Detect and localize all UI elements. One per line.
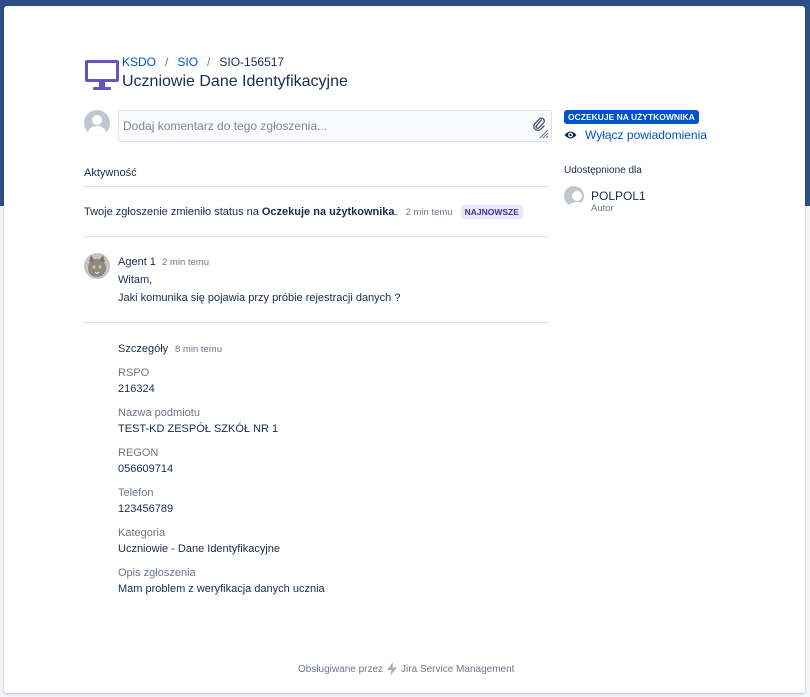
divider <box>84 236 548 237</box>
details-time: 8 min temu <box>175 344 222 355</box>
request-card: KSDO / SIO / SIO-156517 Uczniowie Dane I… <box>4 6 805 693</box>
divider <box>84 322 548 323</box>
comment-box[interactable] <box>118 110 552 142</box>
bolt-icon <box>387 662 398 676</box>
status-change-entry: Twoje zgłoszenie zmieniło status na Ocze… <box>84 205 523 219</box>
breadcrumb: KSDO / SIO / SIO-156517 <box>122 55 284 69</box>
field-value-description: Mam problem z weryfikacja danych ucznia <box>118 583 325 595</box>
disable-notifications-link[interactable]: Wyłącz powiadomienia <box>585 128 707 142</box>
product-link[interactable]: Jira Service Management <box>401 664 514 675</box>
breadcrumb-separator: / <box>207 55 211 69</box>
field-label-entity-name: Nazwa podmiotu <box>118 407 200 419</box>
status-change-suffix: . <box>394 206 398 218</box>
footer: Obsługiwane przez Jira Service Managemen… <box>298 662 514 676</box>
field-label-rspo: RSPO <box>118 367 150 379</box>
shared-user-name: POLPOL1 <box>591 189 646 203</box>
status-change-text: Twoje zgłoszenie zmieniło status na <box>84 206 259 218</box>
status-change-time: 2 min temu <box>405 206 453 218</box>
page-title: Uczniowie Dane Identyfikacyjne <box>122 73 348 90</box>
agent-name: Agent 1 <box>118 256 156 268</box>
shared-with-heading: Udostępnione dla <box>564 165 642 176</box>
agent-message-time: 2 min temu <box>162 257 209 268</box>
project-monitor-icon <box>85 60 119 90</box>
field-value-regon: 056609714 <box>118 463 174 475</box>
field-value-rspo: 216324 <box>118 383 155 395</box>
user-avatar-icon <box>84 110 110 136</box>
shared-user-role: Autor <box>591 203 614 214</box>
field-label-description: Opis zgłoszenia <box>118 567 196 579</box>
field-label-category: Kategoria <box>118 527 166 539</box>
resize-handle-icon[interactable] <box>539 129 549 139</box>
field-value-category: Uczniowie - Dane Identyfikacyjne <box>118 543 281 555</box>
message-line: Witam, <box>118 274 153 286</box>
details-heading: Szczegóły <box>118 343 169 355</box>
comment-input[interactable] <box>123 119 523 133</box>
divider <box>84 186 548 187</box>
breadcrumb-ksdo-link[interactable]: KSDO <box>122 55 156 69</box>
field-value-entity-name: TEST-KD ZESPÓŁ SZKÓŁ NR 1 <box>118 423 279 435</box>
field-label-regon: REGON <box>118 447 159 459</box>
status-badge: OCZEKUJE NA UŻYTKOWNIKA <box>564 110 699 124</box>
newest-badge: NAJNOWSZE <box>460 205 523 219</box>
status-change-value: Oczekuje na użytkownika <box>261 206 395 218</box>
eye-icon <box>564 131 577 139</box>
breadcrumb-sio-link[interactable]: SIO <box>177 55 198 69</box>
user-avatar-icon <box>564 186 584 206</box>
activity-heading: Aktywność <box>84 167 137 179</box>
message-line: Jaki komunika się pojawia przy próbie re… <box>118 292 401 304</box>
breadcrumb-current: SIO-156517 <box>219 55 285 69</box>
field-value-phone: 123456789 <box>118 503 174 515</box>
powered-by-text: Obsługiwane przez <box>298 663 384 675</box>
breadcrumb-separator: / <box>165 55 169 69</box>
agent-avatar-icon <box>84 253 110 279</box>
field-label-phone: Telefon <box>118 487 154 499</box>
